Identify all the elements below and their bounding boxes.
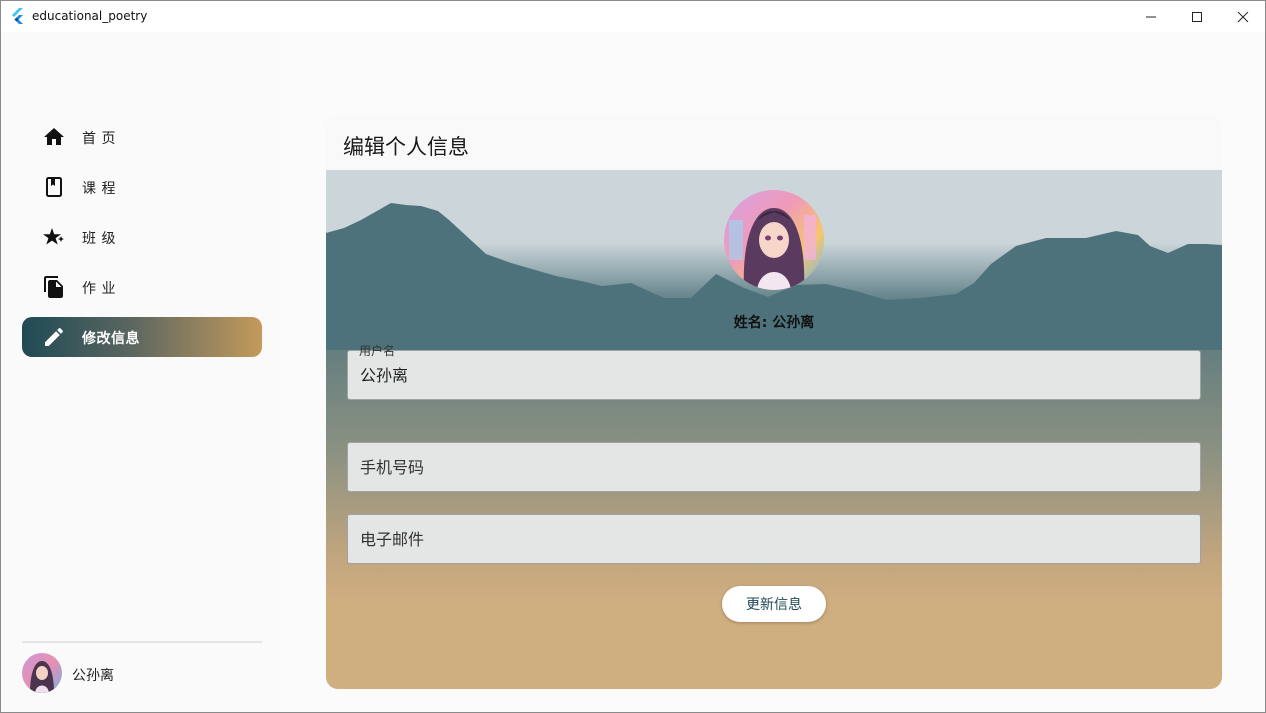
title-bar: educational_poetry bbox=[1, 1, 1265, 32]
username-value: 公孙离 bbox=[360, 366, 409, 385]
profile-avatar[interactable] bbox=[724, 190, 824, 290]
maximize-button[interactable] bbox=[1174, 1, 1220, 32]
sidebar-item-label: 作 业 bbox=[82, 281, 116, 297]
sidebar-item-label: 班 级 bbox=[82, 231, 116, 247]
username-field[interactable]: 用户名 公孙离 bbox=[347, 344, 1201, 400]
edit-profile-card: 编辑个人信息 姓名: 公孙离 用户名 公孙离 手机号码 电子邮件 更新信息 bbox=[326, 115, 1222, 689]
home-icon bbox=[44, 128, 64, 145]
stars-icon bbox=[43, 228, 64, 245]
copy-icon bbox=[44, 276, 63, 298]
card-body: 姓名: 公孙离 用户名 公孙离 手机号码 电子邮件 更新信息 bbox=[326, 170, 1222, 689]
sidebar-item-homework[interactable]: 作 业 bbox=[22, 267, 262, 307]
flutter-logo-icon bbox=[12, 8, 23, 24]
sidebar-item-label: 修改信息 bbox=[82, 331, 140, 347]
card-header: 编辑个人信息 bbox=[326, 115, 1222, 170]
close-icon bbox=[1237, 11, 1249, 22]
profile-name: 姓名: 公孙离 bbox=[733, 315, 815, 331]
phone-field[interactable]: 手机号码 bbox=[347, 442, 1201, 492]
minimize-icon bbox=[1146, 16, 1156, 17]
sidebar-item-label: 课 程 bbox=[82, 181, 116, 197]
sidebar-item-edit-info[interactable]: 修改信息 bbox=[22, 317, 262, 357]
email-field[interactable]: 电子邮件 bbox=[347, 514, 1201, 564]
maximize-icon bbox=[1192, 11, 1202, 22]
app-window: educational_poetry 首 页 课 程 班 级 作 业 修改信息 … bbox=[0, 0, 1266, 713]
profile-avatar-image bbox=[724, 190, 824, 290]
avatar-image bbox=[22, 653, 62, 693]
username-label: 用户名 bbox=[359, 344, 396, 358]
sidebar-item-label: 首 页 bbox=[82, 131, 116, 147]
phone-placeholder: 手机号码 bbox=[360, 458, 425, 477]
page-title: 编辑个人信息 bbox=[343, 135, 469, 159]
main-content: 编辑个人信息 姓名: 公孙离 用户名 公孙离 手机号码 电子邮件 更新信息 bbox=[282, 32, 1265, 712]
book-icon bbox=[46, 177, 62, 197]
sidebar-item-home[interactable]: 首 页 bbox=[22, 117, 262, 157]
window-title: educational_poetry bbox=[32, 9, 148, 23]
minimize-button[interactable] bbox=[1128, 1, 1174, 32]
email-placeholder: 电子邮件 bbox=[360, 530, 425, 549]
user-name: 公孙离 bbox=[72, 668, 114, 684]
close-button[interactable] bbox=[1220, 1, 1265, 32]
sidebar-item-classes[interactable]: 班 级 bbox=[22, 217, 262, 257]
update-info-button[interactable]: 更新信息 bbox=[722, 586, 826, 622]
sidebar-divider bbox=[22, 641, 262, 643]
sidebar-item-courses[interactable]: 课 程 bbox=[22, 167, 262, 207]
avatar[interactable] bbox=[22, 653, 62, 693]
sidebar: 首 页 课 程 班 级 作 业 修改信息 公孙离 bbox=[1, 32, 282, 712]
edit-icon bbox=[45, 327, 64, 346]
